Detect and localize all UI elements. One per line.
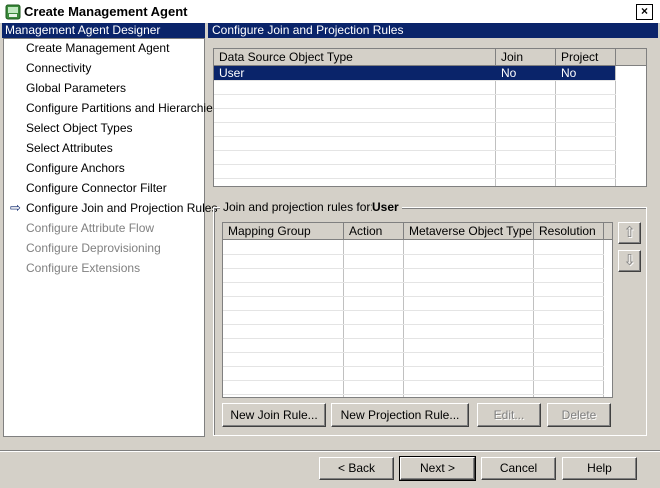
arrow-down-icon: ⇩ [623, 252, 636, 269]
row-divider [223, 338, 604, 339]
nav-item-select-attributes[interactable]: Select Attributes [26, 140, 113, 156]
title-bar: Create Management Agent × [0, 0, 660, 24]
nav-item-configure-partitions[interactable]: Configure Partitions and Hierarchies [26, 100, 219, 116]
row-divider [223, 366, 604, 367]
new-projection-rule-button[interactable]: New Projection Rule... [331, 403, 469, 427]
nav-item-configure-attribute-flow: Configure Attribute Flow [26, 221, 155, 235]
column-divider [343, 240, 344, 397]
close-icon: × [640, 4, 648, 18]
new-join-rule-button[interactable]: New Join Rule... [222, 403, 326, 427]
row-divider [214, 94, 616, 95]
move-down-button[interactable]: ⇩ [618, 250, 641, 272]
footer-separator [0, 450, 660, 452]
data-source-object-type-table[interactable]: Data Source Object Type Join Project Use… [213, 48, 647, 187]
cell-project: No [561, 66, 577, 80]
column-header-metaverse-object-type[interactable]: Metaverse Object Type [404, 223, 534, 240]
row-divider [214, 178, 616, 179]
table-row-selected[interactable]: User No No [214, 66, 615, 80]
column-header-resolution[interactable]: Resolution [534, 223, 604, 240]
nav-item-create-management-agent[interactable]: Create Management Agent [26, 40, 169, 56]
next-button[interactable]: Next > [399, 456, 476, 481]
move-up-button[interactable]: ⇧ [618, 222, 641, 244]
delete-rule-button[interactable]: Delete [547, 403, 611, 427]
row-divider [214, 150, 616, 151]
cell-join: No [501, 66, 517, 80]
column-header-action[interactable]: Action [344, 223, 404, 240]
row-divider [223, 296, 604, 297]
cancel-button[interactable]: Cancel [481, 457, 556, 480]
nav-item-configure-anchors[interactable]: Configure Anchors [26, 160, 125, 176]
row-divider [214, 136, 616, 137]
column-divider [603, 240, 604, 397]
column-divider [403, 240, 404, 397]
column-divider [615, 66, 616, 186]
nav-item-configure-deprovisioning: Configure Deprovisioning [26, 241, 161, 255]
column-header-data-source-object-type[interactable]: Data Source Object Type [214, 49, 496, 66]
nav-item-global-parameters[interactable]: Global Parameters [26, 80, 126, 96]
current-step-arrow-icon: ⇨ [10, 200, 21, 215]
nav-item-select-object-types[interactable]: Select Object Types [26, 120, 133, 136]
row-divider [223, 254, 604, 255]
designer-nav: ⇨ Create Management Agent Connectivity G… [3, 38, 219, 437]
row-divider [214, 80, 616, 81]
row-divider [223, 352, 604, 353]
back-button[interactable]: < Back [319, 457, 394, 480]
column-divider [555, 66, 556, 186]
column-header-project[interactable]: Project [556, 49, 616, 66]
nav-item-configure-join-projection[interactable]: Configure Join and Projection Rules [26, 200, 217, 216]
column-header-mapping-group[interactable]: Mapping Group [223, 223, 344, 240]
row-divider [223, 380, 604, 381]
designer-header: Management Agent Designer [2, 23, 205, 38]
nav-item-configure-connector-filter[interactable]: Configure Connector Filter [26, 180, 167, 196]
help-button[interactable]: Help [562, 457, 637, 480]
column-header-filler [616, 49, 646, 66]
column-header-filler [604, 223, 612, 240]
row-divider [223, 394, 604, 395]
page-header: Configure Join and Projection Rules [208, 23, 658, 38]
rules-group-label: Join and projection rules for: [220, 200, 377, 214]
window-title: Create Management Agent [24, 4, 188, 19]
app-icon [5, 4, 21, 20]
row-divider [223, 268, 604, 269]
join-projection-rules-table[interactable]: Mapping Group Action Metaverse Object Ty… [222, 222, 613, 398]
close-button[interactable]: × [636, 4, 653, 20]
column-header-join[interactable]: Join [496, 49, 556, 66]
row-divider [214, 122, 616, 123]
rules-group-object-type: User [372, 200, 402, 214]
row-divider [223, 282, 604, 283]
nav-item-connectivity[interactable]: Connectivity [26, 60, 91, 76]
row-divider [223, 324, 604, 325]
nav-item-configure-extensions: Configure Extensions [26, 261, 141, 275]
column-divider [533, 240, 534, 397]
edit-rule-button[interactable]: Edit... [477, 403, 541, 427]
row-divider [214, 164, 616, 165]
cell-object-type: User [219, 66, 245, 80]
column-divider [495, 66, 496, 186]
row-divider [214, 108, 616, 109]
arrow-up-icon: ⇧ [623, 224, 636, 241]
row-divider [223, 310, 604, 311]
